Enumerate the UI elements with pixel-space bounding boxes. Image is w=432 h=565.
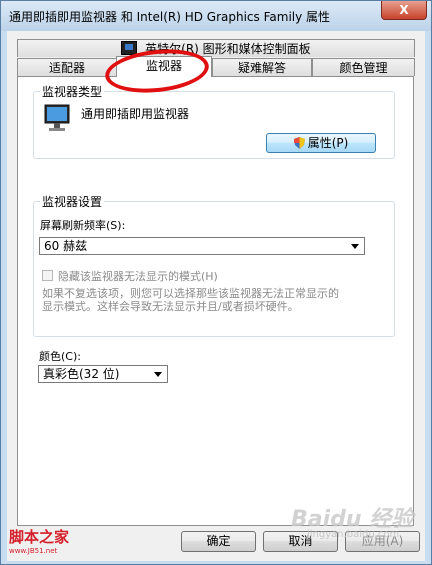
tab-monitor-label: 监视器 — [145, 59, 182, 73]
close-button[interactable]: X — [381, 1, 427, 20]
refresh-rate-value: 60 赫兹 — [44, 239, 88, 253]
tab-adapter[interactable]: 适配器 — [17, 58, 117, 76]
jb51-url-watermark: www.JB51.net — [9, 547, 58, 555]
uac-shield-icon — [293, 137, 305, 149]
monitor-device-name: 通用即插即用监视器 — [81, 107, 190, 121]
tab-intel-graphics-label: 英特尔(R) 图形和媒体控制面板 — [145, 42, 311, 56]
properties-dialog: 通用即插即用监视器 和 Intel(R) HD Graphics Family … — [0, 0, 432, 565]
intel-graphics-icon — [121, 41, 138, 55]
refresh-rate-select[interactable]: 60 赫兹 — [39, 237, 365, 255]
tab-troubleshoot-label: 疑难解答 — [237, 61, 286, 75]
dialog-client-area: 英特尔(R) 图形和媒体控制面板 适配器 监视器 疑难解答 颜色管理 监视器类型 — [7, 31, 425, 561]
colors-label: 颜色(C): — [39, 350, 81, 363]
chevron-down-icon — [154, 372, 162, 377]
hide-modes-checkbox[interactable] — [42, 270, 53, 281]
colors-select[interactable]: 真彩色(32 位) — [38, 365, 168, 383]
properties-button[interactable]: 属性(P) — [266, 133, 376, 153]
title-bar[interactable]: 通用即插即用监视器 和 Intel(R) HD Graphics Family … — [1, 1, 431, 31]
monitor-type-group: 监视器类型 通用即插即用监视器 属性(P) — [33, 83, 395, 159]
properties-button-label: 属性(P) — [307, 136, 349, 150]
monitor-icon — [44, 104, 70, 131]
baidu-jingyan-url-watermark: jingyan.baidu.com — [307, 529, 400, 540]
monitor-settings-group: 监视器设置 屏幕刷新频率(S): 60 赫兹 隐藏该监视器无法显示的模式(H) … — [33, 193, 395, 337]
chevron-down-icon — [351, 244, 359, 249]
hide-modes-label: 隐藏该监视器无法显示的模式(H) — [58, 270, 218, 283]
jb51-watermark: 脚本之家 — [9, 528, 70, 546]
ok-button[interactable]: 确定 — [181, 531, 256, 552]
tab-monitor[interactable]: 监视器 — [116, 56, 212, 77]
tab-troubleshoot[interactable]: 疑难解答 — [212, 58, 312, 76]
refresh-rate-label: 屏幕刷新频率(S): — [40, 219, 126, 232]
monitor-type-group-label: 监视器类型 — [40, 83, 105, 100]
monitor-tab-panel: 监视器类型 通用即插即用监视器 属性(P) 监视器设置 屏幕刷新频率(S): 6… — [17, 76, 414, 526]
tab-color-management-label: 颜色管理 — [339, 61, 388, 75]
window-title: 通用即插即用监视器 和 Intel(R) HD Graphics Family … — [9, 10, 331, 24]
colors-value: 真彩色(32 位) — [43, 367, 120, 381]
monitor-settings-group-label: 监视器设置 — [40, 193, 105, 210]
tab-intel-graphics-panel[interactable]: 英特尔(R) 图形和媒体控制面板 — [17, 39, 415, 57]
ok-button-label: 确定 — [206, 534, 231, 548]
tab-color-management[interactable]: 颜色管理 — [312, 58, 415, 76]
tab-adapter-label: 适配器 — [48, 61, 85, 75]
hide-modes-description-line2: 显示模式。这样会导致无法显示并且/或者损坏硬件。 — [42, 300, 299, 313]
